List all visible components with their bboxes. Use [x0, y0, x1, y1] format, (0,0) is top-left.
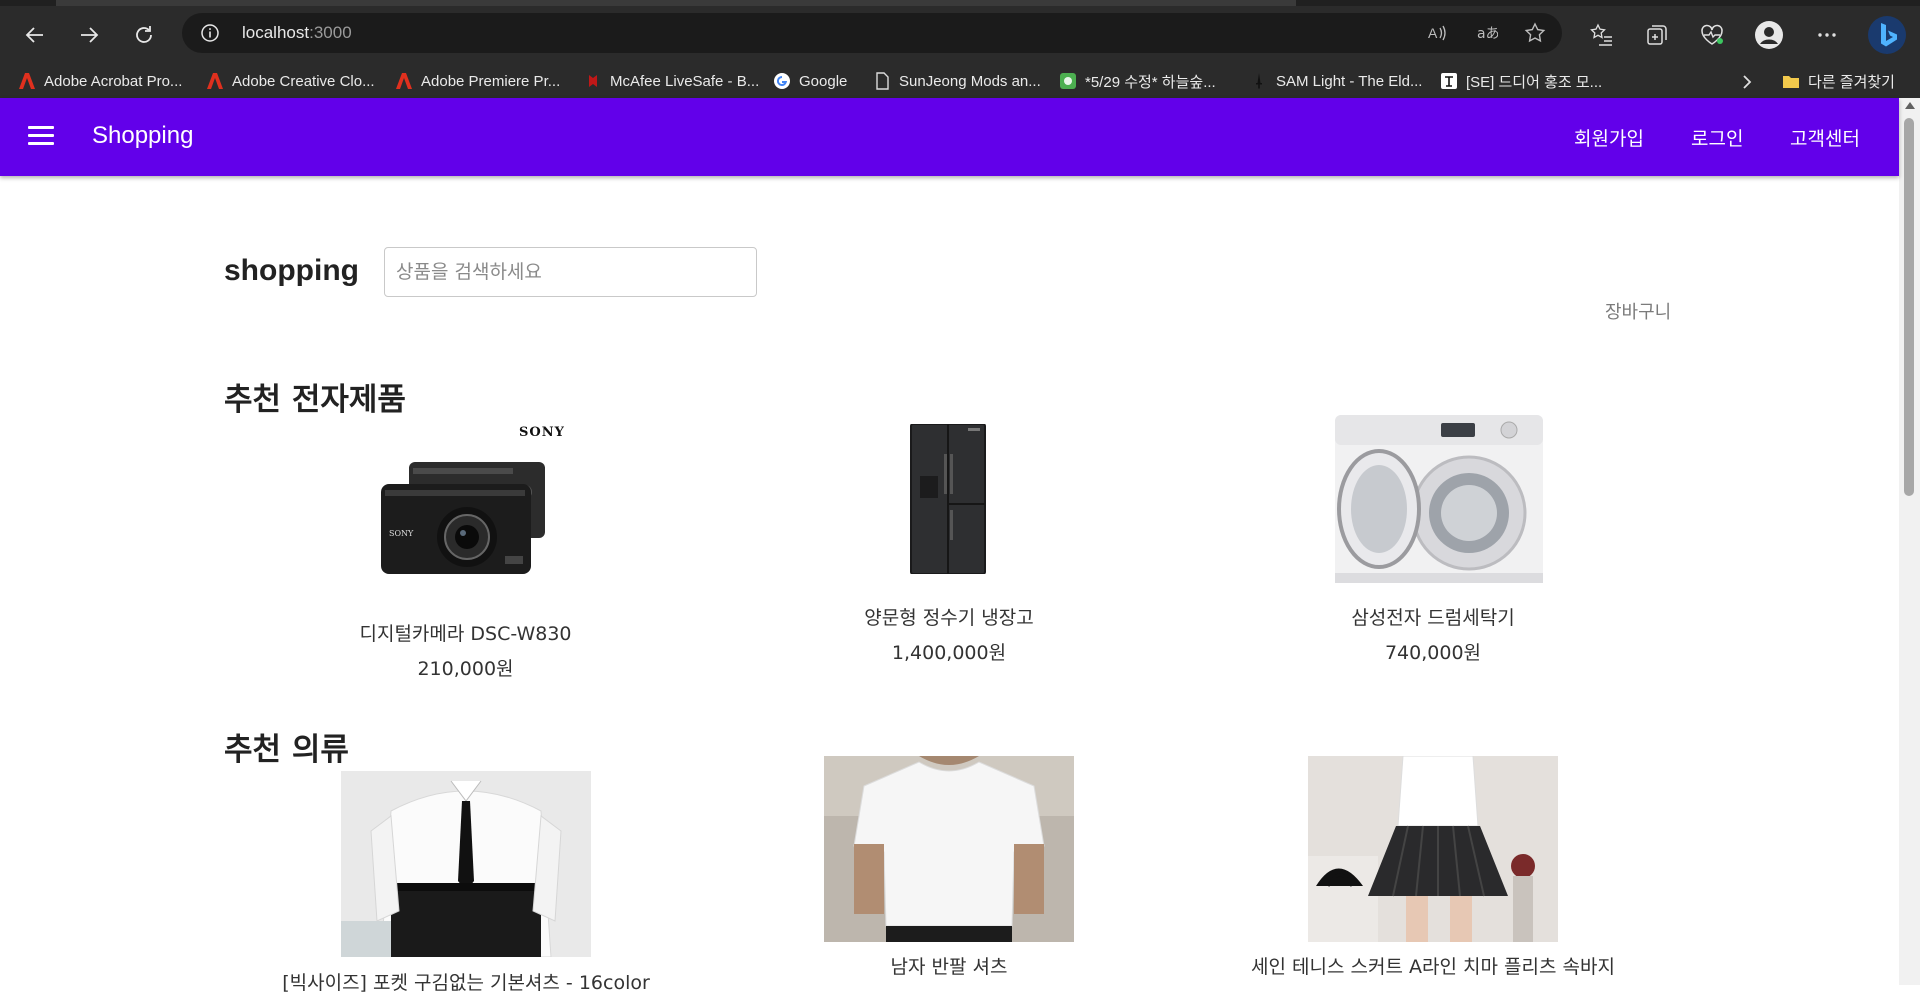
adobe-icon	[19, 73, 35, 89]
product-card[interactable]: [빅사이즈] 포켓 구김없는 기본셔츠 - 16color	[235, 968, 697, 995]
app-title[interactable]: Shopping	[92, 122, 193, 150]
refrigerator-product-image[interactable]	[908, 423, 988, 575]
profile-avatar-icon[interactable]	[1752, 18, 1786, 52]
cart-link[interactable]: 장바구니	[1605, 298, 1671, 324]
bookmark-label: Adobe Premiere Pr...	[421, 72, 561, 90]
product-card[interactable]: 양문형 정수기 냉장고 1,400,000원	[836, 603, 1062, 665]
product-price: 740,000원	[1384, 642, 1482, 664]
bookmark-item[interactable]: [SE] 드디어 홍조 모...	[1440, 70, 1602, 92]
product-name: 양문형 정수기 냉장고	[864, 607, 1034, 629]
url-port: :3000	[309, 23, 352, 42]
clothing-section-title: 추천 의류	[224, 732, 349, 768]
bookmark-label: *5/29 수정* 하늘숲...	[1085, 73, 1216, 91]
mcafee-icon	[589, 75, 597, 87]
app-bar: Shopping 회원가입 로그인 고객센터	[0, 98, 1899, 176]
product-name: 남자 반팔 셔츠	[890, 956, 1008, 978]
other-favorites-label: 다른 즐겨찾기	[1808, 73, 1895, 91]
folder-icon	[1783, 76, 1799, 88]
electronics-section-title: 추천 전자제품	[224, 382, 406, 418]
back-icon[interactable]	[18, 18, 52, 52]
translate-icon[interactable]: aあ	[1476, 22, 1498, 44]
product-name: 세인 테니스 스커트 A라인 치마 플리츠 속바지	[1251, 956, 1615, 978]
page-scrollbar[interactable]	[1899, 98, 1920, 985]
svg-text:A: A	[1428, 25, 1438, 41]
bookmark-item[interactable]: Adobe Acrobat Pro...	[18, 70, 182, 92]
product-card[interactable]: 삼성전자 드럼세탁기 740,000원	[1316, 603, 1550, 665]
bookmark-label: SunJeong Mods an...	[899, 72, 1041, 90]
product-name: 디지털카메라 DSC-W830	[359, 623, 572, 645]
adobe-icon	[396, 73, 412, 89]
forward-icon[interactable]	[72, 18, 106, 52]
bookmark-item[interactable]: Adobe Premiere Pr...	[395, 70, 560, 92]
bookmarks-bar: Adobe Acrobat Pro... Adobe Creative Clo.…	[0, 62, 1920, 98]
green-app-icon	[1060, 73, 1076, 89]
site-info-icon[interactable]	[200, 23, 220, 47]
product-name: [빅사이즈] 포켓 구김없는 기본셔츠 - 16color	[282, 972, 650, 994]
svg-text:aあ: aあ	[1477, 26, 1498, 42]
bookmark-item[interactable]: Adobe Creative Clo...	[206, 70, 375, 92]
dress-shirt-product-image[interactable]	[341, 771, 591, 957]
bookmark-item[interactable]: Google	[773, 70, 847, 92]
camera-logo-text: SONY	[519, 425, 565, 440]
signup-link[interactable]: 회원가입	[1574, 124, 1644, 151]
page-icon	[876, 72, 889, 90]
google-icon	[774, 73, 790, 89]
more-bookmarks-chevron-icon[interactable]	[1740, 71, 1754, 93]
sword-icon	[1256, 73, 1262, 89]
tennis-skirt-product-image[interactable]	[1308, 756, 1558, 942]
url-host: localhost	[242, 23, 310, 42]
shop-brand[interactable]: shopping	[224, 254, 359, 288]
bookmark-item[interactable]: McAfee LiveSafe - B...	[584, 70, 759, 92]
bookmark-label: McAfee LiveSafe - B...	[610, 72, 760, 90]
product-price: 210,000원	[417, 658, 514, 680]
bookmark-item[interactable]: *5/29 수정* 하늘숲...	[1059, 70, 1216, 92]
product-card[interactable]: 세인 테니스 스커트 A라인 치마 플리츠 속바지	[1228, 952, 1638, 979]
tshirt-product-image[interactable]	[824, 756, 1074, 942]
bookmark-item[interactable]: SAM Light - The Eld...	[1250, 70, 1422, 92]
product-card[interactable]: 디지털카메라 DSC-W830 210,000원	[340, 619, 591, 681]
product-price: 1,400,000원	[891, 642, 1007, 664]
camera-product-image[interactable]: SONY SONY	[375, 424, 590, 584]
other-favorites-folder[interactable]: 다른 즐겨찾기	[1782, 70, 1895, 92]
product-card[interactable]: 남자 반팔 셔츠	[856, 952, 1042, 979]
scroll-up-arrow-icon[interactable]	[1905, 102, 1915, 109]
bookmark-label: Adobe Creative Clo...	[232, 72, 375, 90]
bookmark-label: SAM Light - The Eld...	[1276, 72, 1423, 90]
browser-essentials-icon[interactable]	[1695, 18, 1729, 52]
login-link[interactable]: 로그인	[1691, 124, 1743, 151]
customer-center-link[interactable]: 고객센터	[1790, 124, 1860, 151]
scroll-thumb[interactable]	[1904, 118, 1914, 496]
collections-icon[interactable]	[1640, 18, 1674, 52]
reload-icon[interactable]	[127, 18, 161, 52]
washing-machine-product-image[interactable]	[1329, 413, 1545, 585]
favorites-list-icon[interactable]	[1585, 18, 1619, 52]
more-options-icon[interactable]	[1810, 18, 1844, 52]
search-input[interactable]	[384, 247, 757, 297]
bookmark-item[interactable]: SunJeong Mods an...	[873, 70, 1041, 92]
address-bar[interactable]: localhost:3000 A aあ	[182, 13, 1562, 53]
product-name: 삼성전자 드럼세탁기	[1351, 607, 1515, 629]
browser-toolbar: localhost:3000 A aあ	[0, 6, 1920, 62]
url-text[interactable]: localhost:3000	[242, 23, 352, 43]
adobe-icon	[207, 73, 223, 89]
bookmark-label: Adobe Acrobat Pro...	[44, 72, 183, 90]
notion-icon	[1441, 73, 1457, 89]
bing-copilot-icon[interactable]	[1866, 14, 1908, 56]
menu-icon[interactable]	[28, 126, 54, 146]
bookmark-label: Google	[799, 72, 848, 90]
read-aloud-icon[interactable]: A	[1426, 22, 1448, 44]
favorite-star-icon[interactable]	[1524, 22, 1546, 44]
svg-text:SONY: SONY	[389, 529, 414, 538]
bookmark-label: [SE] 드디어 홍조 모...	[1466, 73, 1603, 91]
